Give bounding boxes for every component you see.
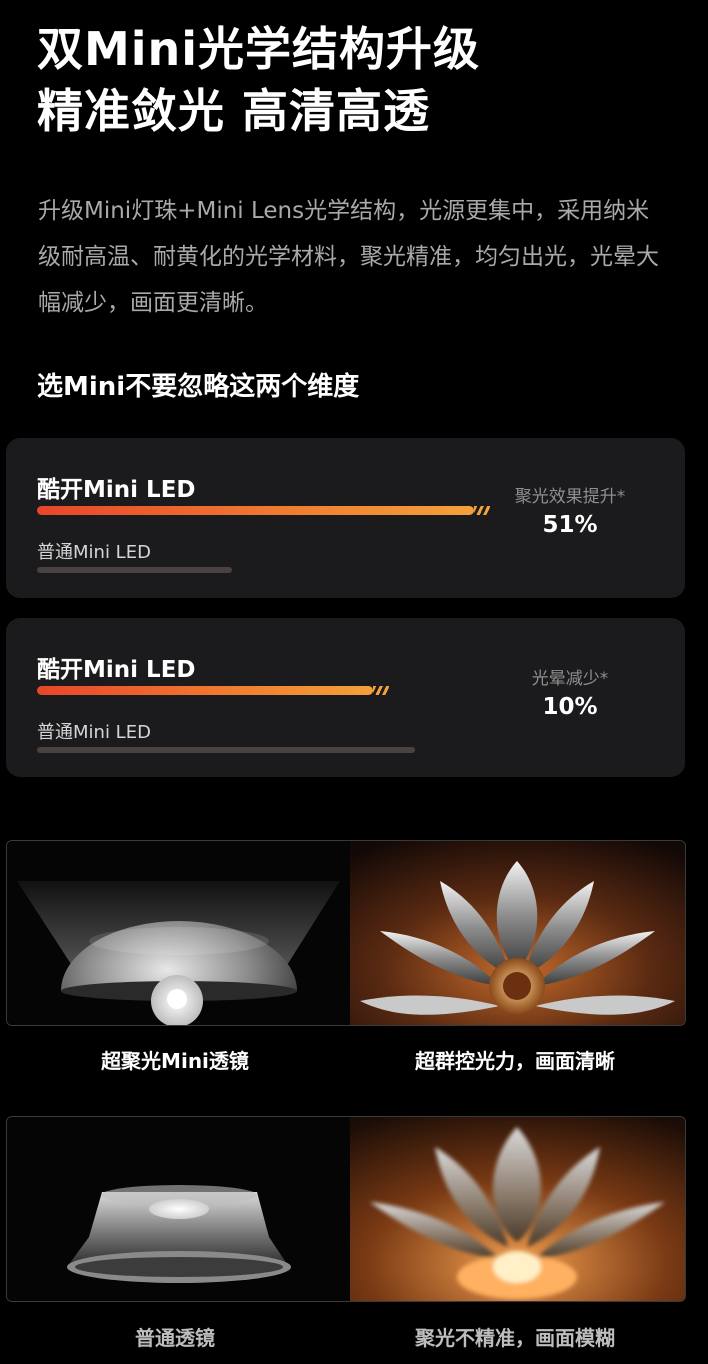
coocaa-label: 酷开Mini LED <box>37 477 196 503</box>
coocaa-label: 酷开Mini LED <box>37 657 196 683</box>
halo-stat-value: 10% <box>542 694 598 720</box>
ordinary-lens-caption: 普通透镜 <box>135 1326 215 1350</box>
halo-stat-label: 光晕减少* <box>531 669 609 689</box>
page-title: 双Mini光学结构升级 精准敛光 高清高透 <box>37 18 480 142</box>
bar-end-stripes <box>474 506 490 515</box>
mini-lens-illustration <box>7 841 350 1025</box>
title-line-1: 双Mini光学结构升级 <box>37 22 481 76</box>
description-text: 升级Mini灯珠+Mini Lens光学结构，光源更集中，采用纳米级耐高温、耐黄… <box>38 198 659 316</box>
coocaa-focus-bar <box>37 506 474 515</box>
bar-end-stripes <box>373 686 389 695</box>
sharp-flower-image <box>350 841 685 1025</box>
focus-stat-label: 聚光效果提升* <box>514 487 626 507</box>
comparison-card-halo: 酷开Mini LED 普通Mini LED 光晕减少* 10% <box>6 618 685 777</box>
standard-focus-bar <box>37 567 232 573</box>
ordinary-lens-illustration <box>7 1117 350 1301</box>
mini-lens-caption: 超聚光Mini透镜 <box>101 1049 249 1073</box>
blurry-image-caption: 聚光不精准，画面模糊 <box>415 1326 615 1350</box>
coocaa-halo-bar <box>37 686 373 695</box>
standard-halo-bar <box>37 747 415 753</box>
standard-label: 普通Mini LED <box>37 542 151 563</box>
sharp-image-caption: 超群控光力，画面清晰 <box>415 1049 615 1073</box>
comparison-card-focus: 酷开Mini LED 普通Mini LED 聚光效果提升* 51% <box>6 438 685 598</box>
section-heading: 选Mini不要忽略这两个维度 <box>37 372 360 402</box>
focus-stat-value: 51% <box>542 512 598 538</box>
title-line-2: 精准敛光 高清高透 <box>37 84 431 138</box>
comparison-image-mini-lens <box>6 840 686 1026</box>
standard-label: 普通Mini LED <box>37 722 151 743</box>
blurry-flower-image <box>350 1117 685 1301</box>
comparison-image-ordinary-lens <box>6 1116 686 1302</box>
